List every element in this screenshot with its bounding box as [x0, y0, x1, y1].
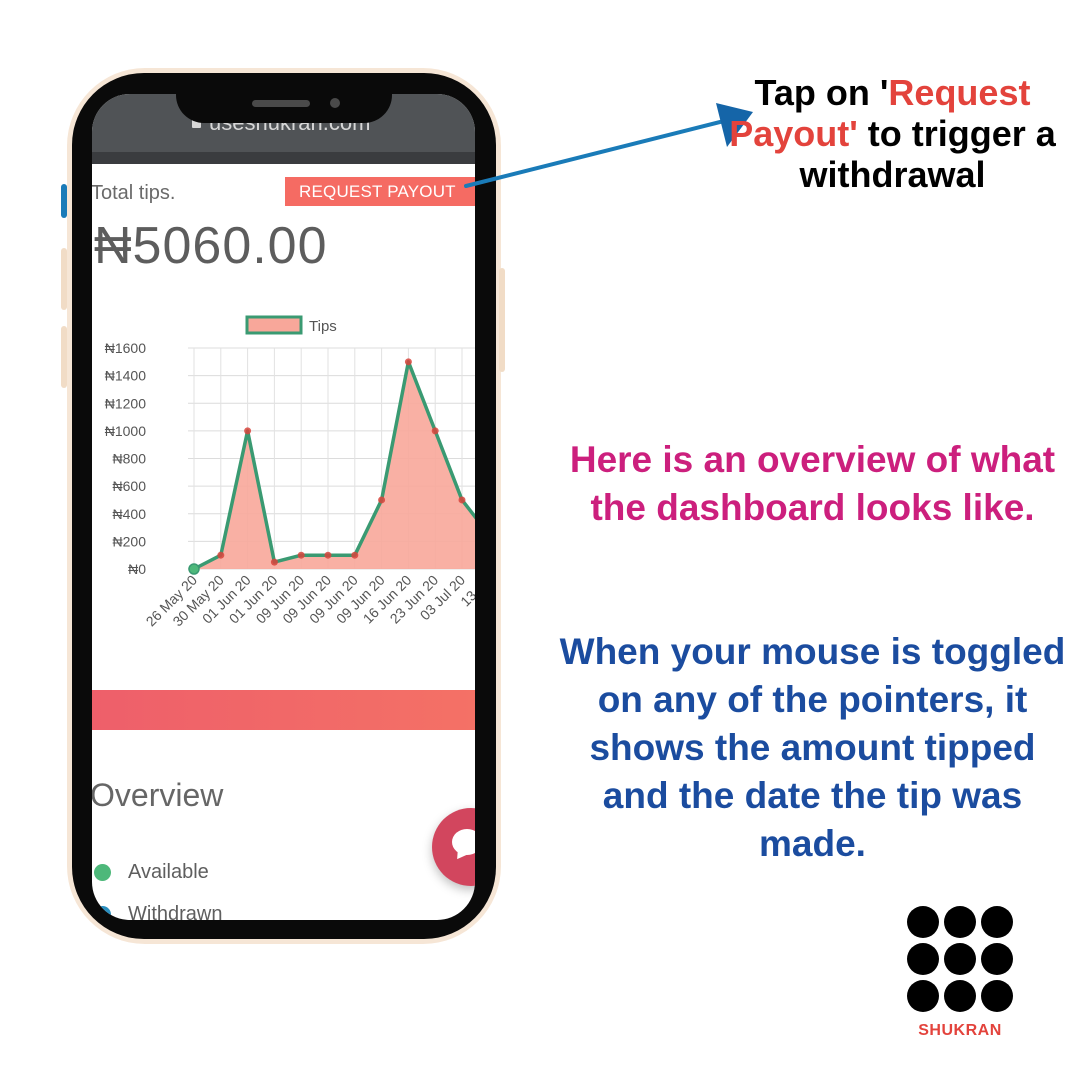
available-dot-icon [94, 864, 111, 881]
data-point [324, 551, 332, 559]
chat-button[interactable] [432, 808, 475, 886]
hover-description: When your mouse is toggled on any of the… [559, 631, 1066, 864]
phone-side-button [61, 248, 67, 310]
y-tick-label: ₦1600 [105, 340, 146, 356]
tap-prefix: Tap on ' [754, 72, 889, 113]
phone-side-button [499, 268, 505, 372]
phone-side-button [61, 326, 67, 388]
data-point [217, 551, 225, 559]
total-tips-label: Total tips. [92, 182, 176, 204]
legend-withdrawn: Withdrawn [94, 903, 222, 920]
data-point [404, 358, 412, 366]
data-point [188, 563, 200, 575]
legend-available-label: Available [128, 861, 209, 883]
logo-dot [981, 980, 1013, 1012]
y-tick-label: ₦400 [113, 506, 147, 522]
phone-screen: useshukran.com Total tips. REQUEST PAYOU… [92, 94, 475, 920]
legend-label: Tips [309, 318, 337, 335]
logo-dot [944, 980, 976, 1012]
legend-withdrawn-label: Withdrawn [128, 903, 223, 920]
y-tick-label: ₦800 [113, 451, 147, 467]
overview-title: Overview [92, 777, 224, 813]
data-point [431, 427, 439, 435]
withdrawn-dot-icon [94, 906, 111, 920]
y-tick-label: ₦1000 [105, 423, 146, 439]
y-tick-label: ₦200 [113, 533, 147, 549]
y-tick-label: ₦1200 [105, 395, 146, 411]
data-point [378, 496, 386, 504]
section-banner [92, 690, 475, 730]
brand-name: SHUKRAN [918, 1022, 1002, 1039]
request-payout-button[interactable]: REQUEST PAYOUT [285, 177, 475, 206]
total-tips-amount: ₦5060.00 [94, 217, 328, 275]
speaker-icon [252, 100, 310, 107]
y-tick-label: ₦0 [128, 561, 146, 577]
browser-toolbar-strip [92, 152, 475, 164]
y-tick-label: ₦600 [113, 478, 147, 494]
phone-side-button [61, 184, 67, 218]
overview-description: Here is an overview of what the dashboar… [569, 439, 1056, 528]
data-point [244, 427, 252, 435]
data-point [297, 551, 305, 559]
logo-dot [981, 943, 1013, 975]
data-point [351, 551, 359, 559]
camera-icon [330, 98, 340, 108]
logo-dot [944, 906, 976, 938]
legend-swatch [245, 315, 303, 335]
tap-instruction: Tap on 'Request Payout' to trigger a wit… [700, 72, 1080, 195]
legend-available: Available [94, 861, 209, 884]
logo-dot [907, 943, 939, 975]
series-area [194, 361, 475, 569]
phone-notch [176, 73, 392, 123]
arrow-line [464, 118, 730, 188]
logo-dot [981, 906, 1013, 938]
data-point [458, 496, 466, 504]
shukran-logo-icon [907, 906, 1013, 1012]
tips-chart: ₦0 ₦200 ₦400 ₦600 ₦800 ₦1000 ₦1200 ₦1400 ₦1600 Ti… [105, 315, 475, 629]
y-tick-label: ₦1400 [105, 368, 146, 384]
data-point [270, 558, 278, 566]
logo-dot [907, 906, 939, 938]
logo-dot [944, 943, 976, 975]
logo-dot [907, 980, 939, 1012]
